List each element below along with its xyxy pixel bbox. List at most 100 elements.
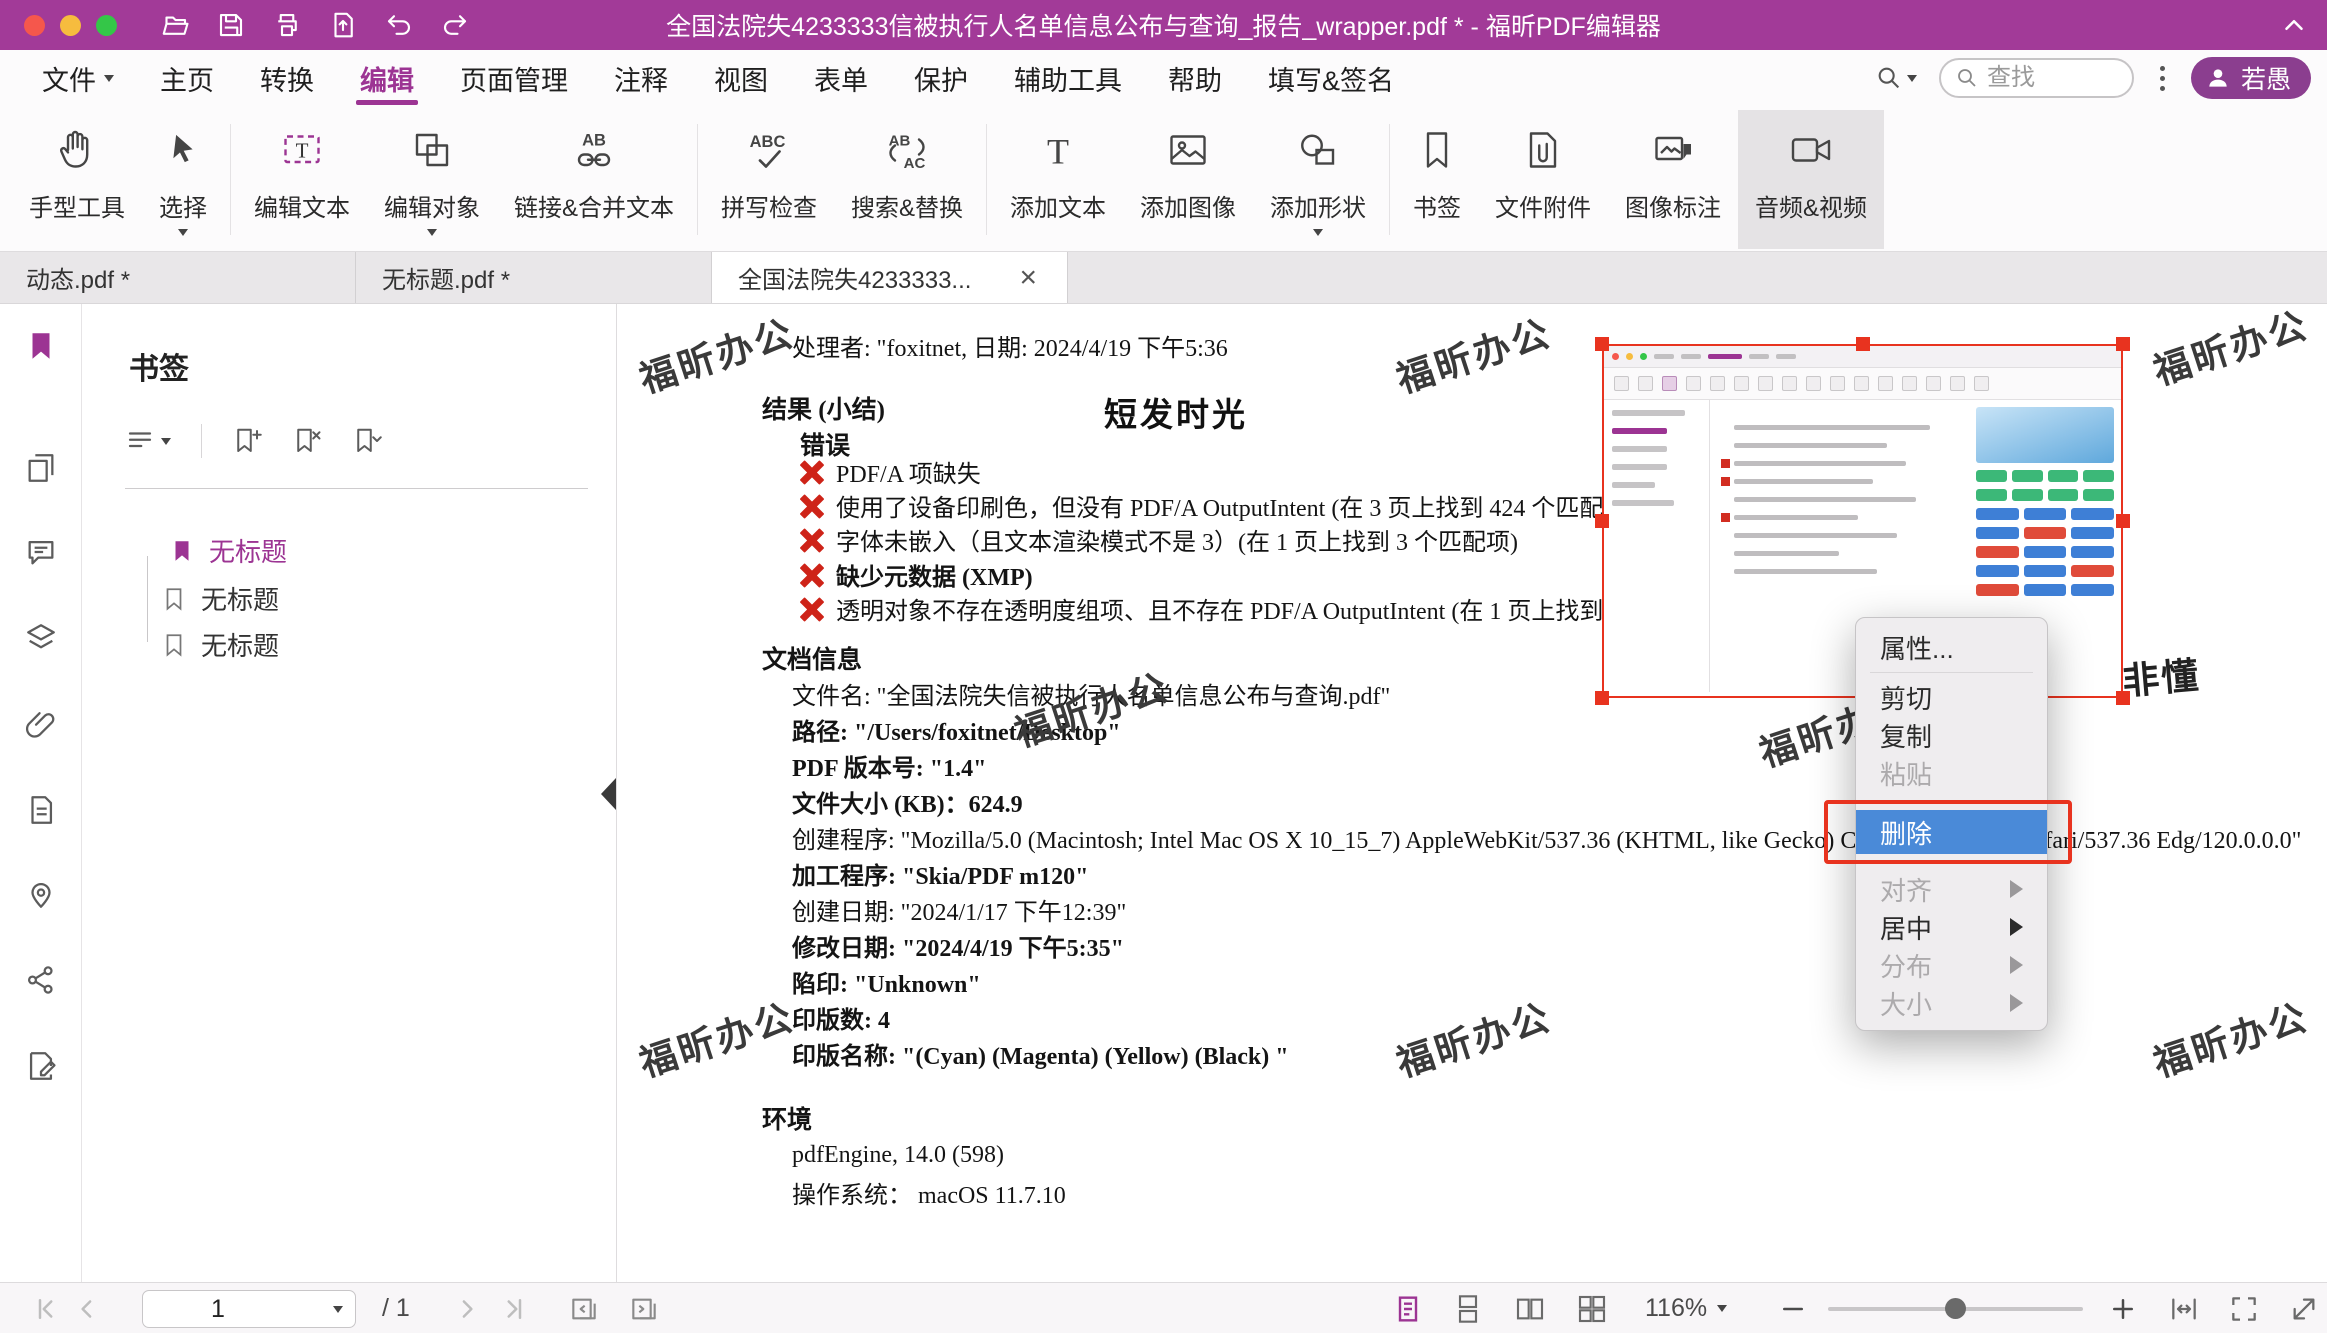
- open-file-icon[interactable]: [153, 5, 197, 45]
- share-panel-icon[interactable]: [17, 956, 65, 1004]
- tool-add-shape[interactable]: 添加形状: [1253, 110, 1383, 249]
- comments-panel-icon[interactable]: [17, 528, 65, 576]
- previous-view-icon[interactable]: [568, 1283, 600, 1333]
- minimize-window-button[interactable]: [60, 15, 81, 36]
- zoom-level-dropdown[interactable]: 116%: [1645, 1283, 1727, 1333]
- tool-bookmark[interactable]: 书签: [1396, 110, 1478, 249]
- selection-handle[interactable]: [1595, 514, 1609, 528]
- search-options-icon[interactable]: [1875, 64, 1917, 92]
- menu-protect[interactable]: 保护: [914, 50, 968, 106]
- tool-image-annotation[interactable]: 图像标注: [1608, 110, 1738, 249]
- print-icon[interactable]: [265, 5, 309, 45]
- layers-panel-icon[interactable]: [17, 614, 65, 662]
- context-item-center[interactable]: 居中: [1856, 908, 2047, 946]
- page-number-input[interactable]: [143, 1295, 293, 1324]
- tool-link-join-text[interactable]: AB 链接&合并文本: [497, 110, 691, 249]
- document-panel-icon[interactable]: [17, 786, 65, 834]
- bookmark-item-2[interactable]: 无标题: [161, 580, 279, 617]
- zoom-in-icon[interactable]: [2108, 1283, 2138, 1333]
- context-item-cut[interactable]: 剪切: [1856, 678, 2047, 716]
- facing-view-icon[interactable]: [1514, 1283, 1546, 1333]
- facing-continuous-view-icon[interactable]: [1576, 1283, 1608, 1333]
- tab-document-3-active[interactable]: 全国法院失4233333...×: [712, 252, 1068, 303]
- tool-search-replace[interactable]: ABAC 搜索&替换: [834, 110, 980, 249]
- bookmark-item-1[interactable]: 无标题: [169, 532, 287, 569]
- close-window-button[interactable]: [24, 15, 45, 36]
- selection-handle[interactable]: [1856, 337, 1870, 351]
- tool-hand[interactable]: 手型工具: [12, 110, 142, 249]
- selection-handle[interactable]: [1595, 691, 1609, 705]
- selection-handle[interactable]: [2116, 337, 2130, 351]
- export-icon[interactable]: [321, 5, 365, 45]
- undo-icon[interactable]: [377, 5, 421, 45]
- menu-form[interactable]: 表单: [814, 50, 868, 106]
- context-item-properties[interactable]: 属性...: [1856, 628, 2047, 666]
- tool-edit-text[interactable]: T 编辑文本: [237, 110, 367, 249]
- zoom-slider-knob[interactable]: [1945, 1298, 1966, 1319]
- pages-panel-icon[interactable]: [17, 444, 65, 492]
- bookmark-delete-icon[interactable]: [292, 426, 322, 456]
- save-icon[interactable]: [209, 5, 253, 45]
- selection-handle[interactable]: [2116, 691, 2130, 705]
- collapse-ribbon-icon[interactable]: [2279, 0, 2309, 50]
- fullscreen-icon[interactable]: [2288, 1283, 2320, 1333]
- tool-edit-object[interactable]: 编辑对象: [367, 110, 497, 249]
- continuous-view-icon[interactable]: [1452, 1283, 1484, 1333]
- tool-file-attachment[interactable]: 文件附件: [1478, 110, 1608, 249]
- signature-panel-icon[interactable]: [17, 1042, 65, 1090]
- menu-view[interactable]: 视图: [714, 50, 768, 106]
- next-page-icon[interactable]: [452, 1283, 482, 1333]
- selection-handle[interactable]: [1595, 337, 1609, 351]
- first-page-icon[interactable]: [30, 1283, 60, 1333]
- zoom-out-icon[interactable]: [1778, 1283, 1808, 1333]
- tool-select[interactable]: 选择: [142, 110, 224, 249]
- bookmark-add-icon[interactable]: [232, 426, 262, 456]
- context-item-copy[interactable]: 复制: [1856, 716, 2047, 754]
- tab-document-2[interactable]: 无标题.pdf *: [356, 252, 712, 303]
- tool-spellcheck[interactable]: ABC 拼写检查: [704, 110, 834, 249]
- chevron-down-icon[interactable]: [333, 1306, 343, 1313]
- fit-width-icon[interactable]: [2168, 1283, 2200, 1333]
- last-page-icon[interactable]: [500, 1283, 530, 1333]
- context-item-size: 大小: [1856, 984, 2047, 1022]
- tool-audio-video[interactable]: 音频&视频: [1738, 110, 1884, 249]
- fit-page-icon[interactable]: [2228, 1283, 2260, 1333]
- menu-convert[interactable]: 转换: [260, 50, 314, 106]
- more-options-icon[interactable]: [2156, 62, 2169, 95]
- menu-help[interactable]: 帮助: [1168, 50, 1222, 106]
- error-x-icon: [800, 528, 824, 552]
- user-account-button[interactable]: 若愚: [2191, 57, 2311, 99]
- tool-add-image[interactable]: 添加图像: [1123, 110, 1253, 249]
- docinfo-line: 创建日期: "2024/1/17 下午12:39": [792, 892, 1126, 927]
- panel-collapse-handle[interactable]: [601, 778, 616, 810]
- attachments-panel-icon[interactable]: [17, 700, 65, 748]
- tool-add-text[interactable]: T 添加文本: [993, 110, 1123, 249]
- close-tab-icon[interactable]: ×: [1015, 263, 1041, 293]
- tab-document-1[interactable]: 动态.pdf *: [0, 252, 356, 303]
- context-item-delete[interactable]: 删除: [1856, 810, 2047, 854]
- next-view-icon[interactable]: [628, 1283, 660, 1333]
- watermark: 福昕办公: [2146, 304, 2315, 395]
- menu-file[interactable]: 文件: [42, 50, 114, 106]
- docinfo-line: 文件大小 (KB)：624.9: [792, 784, 1023, 819]
- watermark: 福昕办公: [1389, 304, 1558, 403]
- maximize-window-button[interactable]: [96, 15, 117, 36]
- search-input[interactable]: [1987, 64, 2107, 92]
- redo-icon[interactable]: [433, 5, 477, 45]
- single-page-view-icon[interactable]: [1392, 1283, 1424, 1333]
- bookmark-expand-icon[interactable]: [352, 426, 382, 456]
- bookmarks-panel-icon[interactable]: [17, 322, 65, 370]
- prev-page-icon[interactable]: [72, 1283, 102, 1333]
- statusbar: / 1 116%: [0, 1282, 2327, 1333]
- destinations-panel-icon[interactable]: [17, 870, 65, 918]
- menu-fill-sign[interactable]: 填写&签名: [1268, 50, 1394, 106]
- menu-edit[interactable]: 编辑: [360, 50, 414, 106]
- menu-comment[interactable]: 注释: [614, 50, 668, 106]
- menu-home[interactable]: 主页: [160, 50, 214, 106]
- bookmark-list-menu-icon[interactable]: [125, 426, 171, 456]
- menu-accessibility[interactable]: 辅助工具: [1014, 50, 1122, 106]
- menu-page-management[interactable]: 页面管理: [460, 50, 568, 106]
- selection-handle[interactable]: [2116, 514, 2130, 528]
- bookmark-item-3[interactable]: 无标题: [161, 626, 279, 663]
- user-icon: [2205, 65, 2231, 91]
